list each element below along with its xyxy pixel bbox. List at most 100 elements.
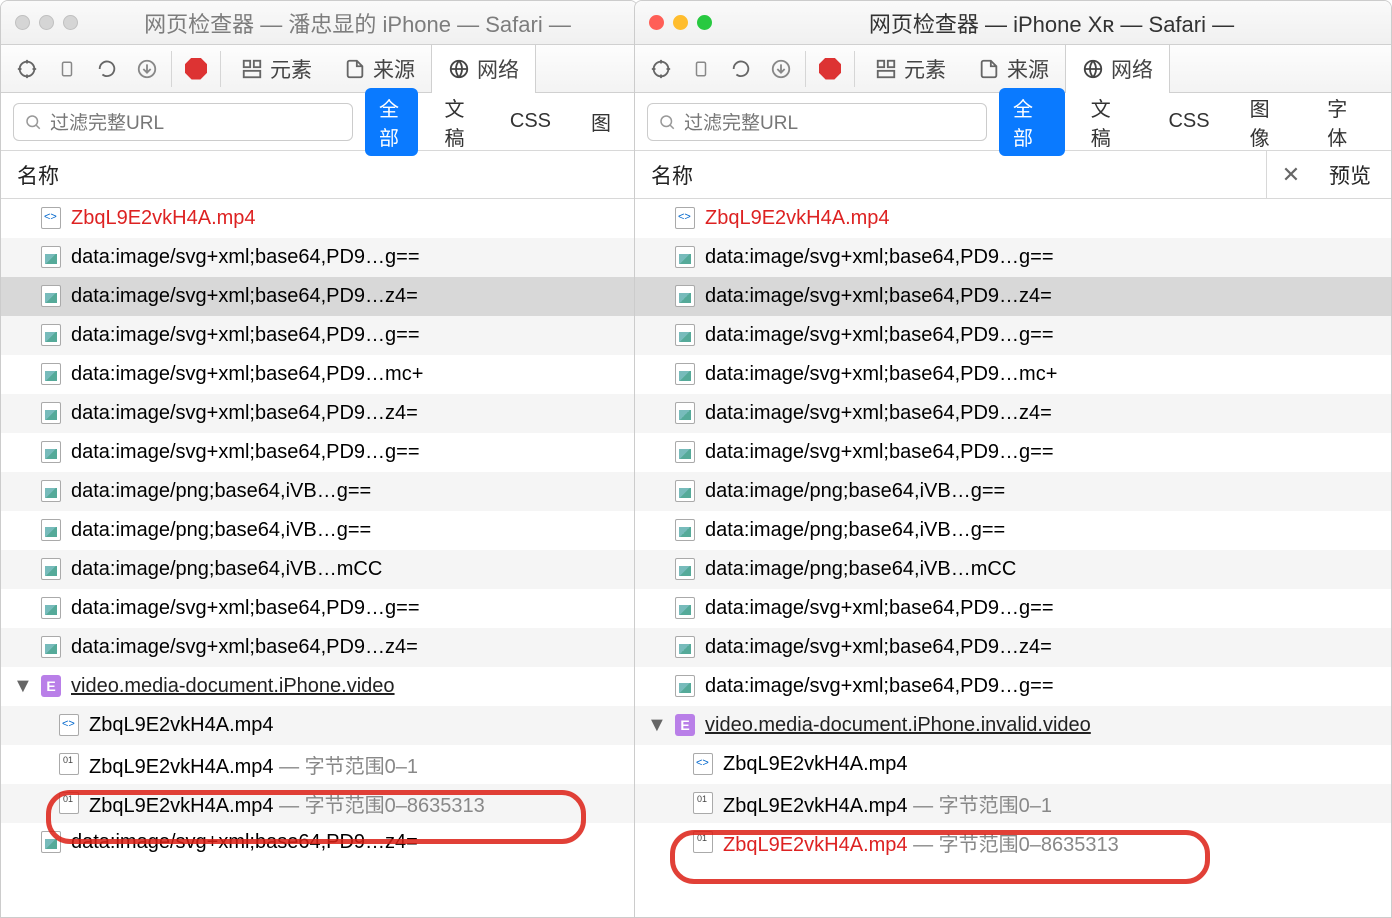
close-icon[interactable] xyxy=(15,15,30,30)
resource-name: data:image/svg+xml;base64,PD9…g== xyxy=(705,324,1054,347)
code-file-icon xyxy=(675,207,695,229)
image-file-icon xyxy=(41,363,61,385)
extension-icon: E xyxy=(675,714,695,736)
list-item[interactable]: ZbqL9E2vkH4A.mp4 — 字节范围0–8635313 xyxy=(1,784,637,823)
filter-css[interactable]: CSS xyxy=(1154,105,1223,138)
image-file-icon xyxy=(675,636,695,658)
list-item[interactable]: data:image/png;base64,iVB…g== xyxy=(635,511,1391,550)
filter-docs[interactable]: 文稿 xyxy=(430,88,483,156)
image-file-icon xyxy=(41,636,61,658)
list-item[interactable]: data:image/svg+xml;base64,PD9…g== xyxy=(1,316,637,355)
filter-input[interactable]: 过滤完整URL xyxy=(13,103,353,141)
col-preview[interactable]: 预览 xyxy=(1315,160,1391,190)
list-item[interactable]: data:image/png;base64,iVB…g== xyxy=(1,472,637,511)
error-badge-icon[interactable] xyxy=(810,51,850,87)
zoom-icon[interactable] xyxy=(63,15,78,30)
tab-elements-label: 元素 xyxy=(904,54,946,84)
list-item[interactable]: ZbqL9E2vkH4A.mp4 xyxy=(1,199,637,238)
filter-bar: 过滤完整URL 全部 文稿 CSS 图 xyxy=(1,93,637,151)
filter-docs[interactable]: 文稿 xyxy=(1077,88,1143,156)
list-item[interactable]: data:image/png;base64,iVB…mCC xyxy=(1,550,637,589)
list-item[interactable]: ZbqL9E2vkH4A.mp4 xyxy=(1,706,637,745)
list-item[interactable]: ZbqL9E2vkH4A.mp4 — 字节范围0–8635313 xyxy=(635,823,1391,862)
reload-icon[interactable] xyxy=(87,51,127,87)
titlebar[interactable]: 网页检查器 — 潘忠显的 iPhone — Safari — xyxy=(1,1,637,45)
filter-all[interactable]: 全部 xyxy=(365,88,418,156)
filter-img[interactable]: 图像 xyxy=(1236,88,1302,156)
list-item[interactable]: data:image/svg+xml;base64,PD9…z4= xyxy=(1,394,637,433)
list-item[interactable]: data:image/svg+xml;base64,PD9…mc+ xyxy=(635,355,1391,394)
resource-name: data:image/png;base64,iVB…g== xyxy=(71,480,371,503)
list-item[interactable]: data:image/svg+xml;base64,PD9…g== xyxy=(635,589,1391,628)
code-file-icon xyxy=(59,714,79,736)
list-item[interactable]: data:image/svg+xml;base64,PD9…g== xyxy=(1,238,637,277)
tab-network[interactable]: 网络 xyxy=(431,45,536,93)
list-item[interactable]: data:image/png;base64,iVB…mCC xyxy=(635,550,1391,589)
tab-network-label: 网络 xyxy=(1111,54,1153,84)
list-item[interactable]: ▼Evideo.media-document.iPhone.invalid.vi… xyxy=(635,706,1391,745)
reload-icon[interactable] xyxy=(721,51,761,87)
resource-list[interactable]: ZbqL9E2vkH4A.mp4data:image/svg+xml;base6… xyxy=(1,199,637,917)
filter-bar: 过滤完整URL 全部 文稿 CSS 图像 字体 xyxy=(635,93,1391,151)
list-item[interactable]: ZbqL9E2vkH4A.mp4 — 字节范围0–1 xyxy=(1,745,637,784)
list-item[interactable]: data:image/png;base64,iVB…g== xyxy=(1,511,637,550)
error-badge-icon[interactable] xyxy=(176,51,216,87)
list-item[interactable]: ZbqL9E2vkH4A.mp4 xyxy=(635,199,1391,238)
resource-name: video.media-document.iPhone.video xyxy=(71,675,395,698)
inspect-icon[interactable] xyxy=(641,51,681,87)
download-icon[interactable] xyxy=(761,51,801,87)
minimize-icon[interactable] xyxy=(39,15,54,30)
list-item[interactable]: data:image/svg+xml;base64,PD9…g== xyxy=(635,667,1391,706)
list-item[interactable]: data:image/svg+xml;base64,PD9…z4= xyxy=(1,823,637,862)
col-name[interactable]: 名称 xyxy=(1,160,637,190)
resource-name: data:image/svg+xml;base64,PD9…g== xyxy=(705,246,1054,269)
inspector-window-right: 网页检查器 — iPhone Xʀ — Safari — 元素 来源 网络 过滤… xyxy=(634,0,1392,918)
close-preview-button[interactable]: ✕ xyxy=(1267,162,1315,188)
list-item[interactable]: data:image/svg+xml;base64,PD9…z4= xyxy=(1,628,637,667)
list-item[interactable]: ZbqL9E2vkH4A.mp4 xyxy=(635,745,1391,784)
list-item[interactable]: data:image/svg+xml;base64,PD9…z4= xyxy=(1,277,637,316)
close-icon[interactable] xyxy=(649,15,664,30)
col-name[interactable]: 名称 xyxy=(635,160,1266,190)
list-item[interactable]: ZbqL9E2vkH4A.mp4 — 字节范围0–1 xyxy=(635,784,1391,823)
filter-css[interactable]: CSS xyxy=(496,105,565,138)
image-file-icon xyxy=(675,246,695,268)
list-item[interactable]: data:image/svg+xml;base64,PD9…g== xyxy=(635,433,1391,472)
list-item[interactable]: data:image/svg+xml;base64,PD9…g== xyxy=(1,433,637,472)
disclosure-triangle-icon[interactable]: ▼ xyxy=(647,714,663,737)
filter-all[interactable]: 全部 xyxy=(999,88,1065,156)
device-icon[interactable] xyxy=(47,51,87,87)
tab-sources[interactable]: 来源 xyxy=(962,45,1065,93)
filter-input[interactable]: 过滤完整URL xyxy=(647,103,987,141)
resource-list[interactable]: ZbqL9E2vkH4A.mp4 data:image/svg+xml;base6… xyxy=(635,199,1391,917)
zoom-icon[interactable] xyxy=(697,15,712,30)
filter-font[interactable]: 字体 xyxy=(1313,88,1379,156)
tab-network[interactable]: 网络 xyxy=(1065,45,1170,93)
image-file-icon xyxy=(41,441,61,463)
titlebar[interactable]: 网页检查器 — iPhone Xʀ — Safari — xyxy=(635,1,1391,45)
minimize-icon[interactable] xyxy=(673,15,688,30)
resource-name: data:image/svg+xml;base64,PD9…mc+ xyxy=(71,363,423,386)
list-item[interactable]: data:image/svg+xml;base64,PD9…g== xyxy=(635,316,1391,355)
list-item[interactable]: ▼Evideo.media-document.iPhone.video xyxy=(1,667,637,706)
list-item[interactable]: data:image/svg+xml;base64,PD9…z4= xyxy=(635,394,1391,433)
list-item[interactable]: data:image/svg+xml;base64,PD9…z4= xyxy=(635,628,1391,667)
image-file-icon xyxy=(41,246,61,268)
tab-elements[interactable]: 元素 xyxy=(859,45,962,93)
tab-sources[interactable]: 来源 xyxy=(328,45,431,93)
resource-name: data:image/svg+xml;base64,PD9…g== xyxy=(705,597,1054,620)
device-icon[interactable] xyxy=(681,51,721,87)
list-item[interactable]: data:image/png;base64,iVB…g== xyxy=(635,472,1391,511)
inspect-icon[interactable] xyxy=(7,51,47,87)
list-item[interactable]: data:image/svg+xml;base64,PD9…z4= xyxy=(635,277,1391,316)
download-icon[interactable] xyxy=(127,51,167,87)
filter-img[interactable]: 图 xyxy=(577,102,625,141)
image-file-icon xyxy=(675,675,695,697)
list-item[interactable]: data:image/svg+xml;base64,PD9…g== xyxy=(1,589,637,628)
list-item[interactable]: data:image/svg+xml;base64,PD9…mc+ xyxy=(1,355,637,394)
list-item[interactable]: data:image/svg+xml;base64,PD9…g== xyxy=(635,238,1391,277)
resource-name: data:image/png;base64,iVB…g== xyxy=(71,519,371,542)
disclosure-triangle-icon[interactable]: ▼ xyxy=(13,675,29,698)
image-file-icon xyxy=(41,402,61,424)
tab-elements[interactable]: 元素 xyxy=(225,45,328,93)
